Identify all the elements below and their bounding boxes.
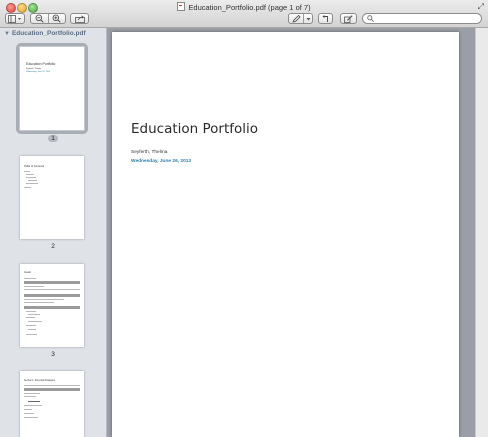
thumb-line [26,183,38,184]
pdf-document-icon [177,2,186,11]
thumb-line [26,174,34,175]
zoom-out-icon [35,14,44,23]
thumb-line [24,393,40,394]
thumb-line [28,321,42,322]
thumb-line [26,177,36,178]
thumb-text: Wednesday, June 26, 2013 [26,71,51,73]
thumb-table-header [24,294,80,297]
thumb-text: Education Portfolio [26,62,56,66]
search-field[interactable] [362,13,482,24]
page-thumbnail-1[interactable]: Education Portfolio Seyferth, Thelma Wed… [16,43,88,134]
document-date: Wednesday, June 26, 2013 [131,159,192,164]
thumb-line [24,171,30,172]
thumb-line [24,417,38,418]
search-icon [367,15,374,22]
disclosure-triangle-icon[interactable]: ▼ [4,31,10,37]
thumb-line [24,302,54,303]
vertical-scrollbar[interactable] [475,28,488,437]
thumb-line [26,334,37,335]
sidebar-document-header[interactable]: ▼ Education_Portfolio.pdf [4,30,86,37]
rotate-button[interactable] [318,13,333,24]
zoom-out-button[interactable] [31,14,48,23]
thumb-text: Section 1: Personal Strategies [24,380,55,382]
page-thumbnail-label: 3 [51,351,55,358]
zoom-in-button[interactable] [47,14,66,23]
thumb-line [24,299,64,300]
zoom-in-icon [52,14,61,23]
preview-window: Education_Portfolio.pdf (page 1 of 7) ⤢ [0,0,488,437]
thumb-line [24,413,34,414]
annotate-control [288,13,313,24]
thumb-line [24,286,44,287]
thumb-line [24,405,42,406]
thumb-text: Goals [24,271,31,274]
sidebar-icon [8,14,21,23]
window-title: Education_Portfolio.pdf (page 1 of 7) [188,3,311,12]
page-thumbnail-4[interactable]: Section 1: Personal Strategies [20,371,84,437]
thumb-line [28,180,37,181]
thumb-line [24,289,80,290]
page-thumbnail-2[interactable]: Table of Contents [20,156,84,239]
thumbnail-sidebar: ▼ Education_Portfolio.pdf Education Portf… [0,28,107,437]
chevron-down-icon [306,17,311,20]
thumb-table-header [24,281,80,284]
page-thumbnail-label: 1 [0,135,106,142]
share-icon [74,14,85,23]
edit-toolbar-button[interactable] [340,13,357,24]
fullscreen-icon[interactable]: ⤢ [478,2,484,12]
page-thumbnail-label: 2 [51,243,55,250]
thumb-line [26,325,36,326]
annotate-menu-button[interactable] [303,14,312,23]
thumb-text: Seyferth, Thelma [26,68,42,70]
thumb-line [28,314,40,315]
edit-icon [344,14,353,23]
share-button[interactable] [70,13,89,24]
thumb-line [24,409,32,410]
thumb-table-header [24,306,80,309]
rotate-icon [322,14,328,22]
thumb-line [28,329,36,330]
sidebar-document-name: Education_Portfolio.pdf [11,30,86,37]
pen-icon [291,14,301,23]
zoom-segmented-control [30,13,66,24]
thumb-line [24,396,36,397]
page-thumbnail-3[interactable]: Goals [20,264,84,347]
thumb-line [24,187,31,188]
document-title: Education Portfolio [131,121,259,137]
thumb-line [24,278,36,279]
sidebar-toggle-button[interactable] [5,13,25,24]
titlebar: Education_Portfolio.pdf (page 1 of 7) ⤢ [0,0,488,28]
thumb-line [24,385,80,386]
thumb-table-header [24,388,80,391]
window-title-area: Education_Portfolio.pdf (page 1 of 7) [0,2,488,13]
thumb-line [26,317,35,318]
document-author: Seyferth, Thelma [131,150,168,155]
thumb-line [28,401,40,402]
thumb-text: Table of Contents [24,165,45,168]
thumb-line [26,311,36,312]
document-view[interactable]: Education Portfolio Seyferth, Thelma Wed… [107,28,488,437]
pdf-page-1: Education Portfolio Seyferth, Thelma Wed… [112,32,459,437]
annotate-button[interactable] [289,14,303,23]
